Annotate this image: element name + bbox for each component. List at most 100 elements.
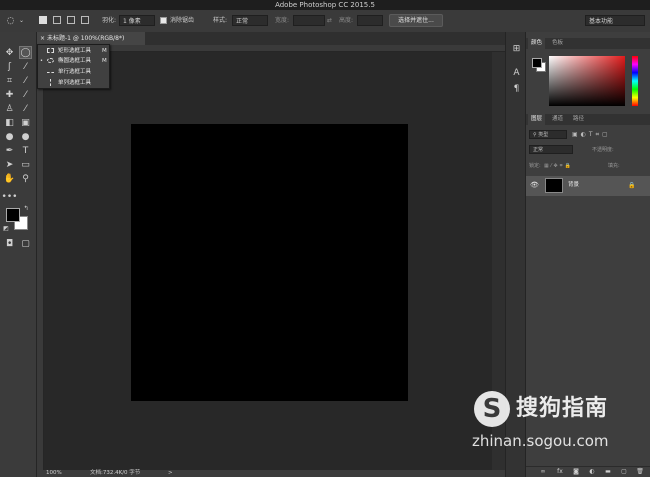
- healing-brush-tool-icon[interactable]: ✚: [3, 88, 16, 101]
- layer-style-icon[interactable]: fx: [556, 468, 564, 476]
- flyout-item-single-column-marquee[interactable]: 单列选框工具: [38, 78, 109, 88]
- close-tab-icon[interactable]: ×: [40, 35, 47, 42]
- flyout-item-label: 椭圆选框工具: [58, 58, 92, 64]
- fill-label: 填充:: [608, 163, 620, 169]
- eraser-tool-icon[interactable]: ◧: [3, 116, 16, 129]
- opacity-label: 不透明度:: [592, 147, 614, 153]
- history-brush-tool-icon[interactable]: ⁄: [19, 102, 32, 115]
- panel-foreground-swatch[interactable]: [532, 58, 542, 68]
- feather-label: 羽化:: [102, 17, 117, 24]
- flyout-item-single-row-marquee[interactable]: 单行选框工具: [38, 67, 109, 77]
- new-group-icon[interactable]: ▬: [604, 468, 612, 476]
- preset-chevron-icon[interactable]: ⌄: [19, 16, 24, 26]
- document-tab-title: 未标题-1 @ 100%(RGB/8*): [46, 35, 125, 42]
- elliptical-marquee-tool-icon[interactable]: ◯: [19, 46, 32, 59]
- watermark-url: zhinan.sogou.com: [472, 432, 609, 450]
- gradient-tool-icon[interactable]: ▣: [19, 116, 32, 129]
- swap-icon[interactable]: ⇄: [327, 16, 332, 26]
- single-row-marquee-icon: [47, 72, 54, 74]
- tab-channels[interactable]: 通道: [549, 114, 566, 125]
- history-panel-icon[interactable]: ⊞: [510, 42, 523, 55]
- horizontal-ruler: [37, 45, 527, 52]
- style-select[interactable]: 正常: [232, 15, 268, 26]
- status-menu-arrow[interactable]: >: [168, 470, 173, 477]
- paragraph-panel-icon[interactable]: ¶: [510, 82, 523, 95]
- new-layer-icon[interactable]: ▢: [620, 468, 628, 476]
- link-layers-icon[interactable]: ∞: [539, 468, 547, 476]
- foreground-color-swatch[interactable]: [6, 208, 20, 222]
- height-input[interactable]: [357, 15, 383, 26]
- eye-visibility-icon[interactable]: 👁: [530, 181, 539, 190]
- watermark-brand: 搜狗指南: [516, 396, 609, 421]
- flyout-item-label: 单行选框工具: [58, 69, 92, 75]
- marquee-tool-preset-icon[interactable]: ◌: [4, 14, 17, 27]
- select-and-mask-button[interactable]: 选择并遮住...: [389, 14, 443, 27]
- new-selection-icon[interactable]: [39, 16, 47, 24]
- flyout-item-label: 矩形选框工具: [58, 48, 92, 54]
- swap-colors-icon[interactable]: ↰: [22, 204, 30, 212]
- zoom-tool-icon[interactable]: ⚲: [19, 172, 32, 185]
- type-tool-icon[interactable]: T: [19, 144, 32, 157]
- rectangular-marquee-icon: [47, 48, 54, 53]
- intersect-selection-icon[interactable]: [81, 16, 89, 24]
- subtract-selection-icon[interactable]: [67, 16, 75, 24]
- delete-layer-icon[interactable]: 🗑: [636, 468, 644, 476]
- options-bar: ◌ ⌄ 羽化: 1 像素 消除锯齿 样式: 正常 宽度: ⇄ 高度: 选择并遮住…: [0, 10, 650, 33]
- brush-tool-icon[interactable]: ⁄: [19, 88, 32, 101]
- color-picker-field[interactable]: [549, 56, 625, 106]
- height-label: 高度:: [339, 17, 354, 24]
- width-input[interactable]: [293, 15, 325, 26]
- dodge-tool-icon[interactable]: ●: [19, 130, 32, 143]
- layer-kind-filter[interactable]: ⚲ 类型: [529, 130, 567, 139]
- antialias-label: 消除锯齿: [170, 17, 195, 24]
- document-canvas[interactable]: [131, 124, 408, 401]
- adjustment-layer-icon[interactable]: ◐: [588, 468, 596, 476]
- flyout-item-shortcut: M: [102, 48, 107, 54]
- blend-mode-select[interactable]: 正常: [529, 145, 573, 154]
- document-info: 文档:732.4K/0 字节: [90, 470, 141, 476]
- tab-swatches[interactable]: 色板: [549, 38, 566, 49]
- magic-wand-tool-icon[interactable]: ⁄: [19, 60, 32, 73]
- flyout-item-elliptical-marquee[interactable]: • 椭圆选框工具 M: [38, 56, 109, 66]
- tab-paths[interactable]: 路径: [570, 114, 587, 125]
- rectangle-tool-icon[interactable]: ▭: [19, 158, 32, 171]
- status-bar: 100% 文档:732.4K/0 字节 >: [37, 470, 527, 477]
- flyout-item-rectangular-marquee[interactable]: 矩形选框工具 M: [38, 46, 109, 56]
- layer-filter-icons[interactable]: ▣◐T⌗▢: [572, 131, 611, 139]
- lasso-tool-icon[interactable]: ʃ: [3, 60, 16, 73]
- single-column-marquee-icon: [50, 79, 52, 86]
- pen-tool-icon[interactable]: ✒: [3, 144, 16, 157]
- screen-mode-icon[interactable]: ▢: [19, 237, 32, 250]
- crop-tool-icon[interactable]: ⌗: [3, 74, 16, 87]
- add-selection-icon[interactable]: [53, 16, 61, 24]
- default-colors-icon[interactable]: ◩: [2, 224, 10, 232]
- path-selection-tool-icon[interactable]: ➤: [3, 158, 16, 171]
- feather-input[interactable]: 1 像素: [119, 15, 155, 26]
- more-tools-icon[interactable]: •••: [2, 190, 18, 203]
- layer-lock-icon: 🔒: [628, 182, 636, 189]
- hue-slider[interactable]: [632, 56, 638, 106]
- tab-layers[interactable]: 图层: [528, 114, 546, 125]
- blur-tool-icon[interactable]: ●: [3, 130, 16, 143]
- lock-label: 锁定:: [529, 163, 541, 169]
- add-mask-icon[interactable]: ◙: [572, 468, 580, 476]
- layer-kind-filter-value: 类型: [538, 132, 549, 138]
- hand-tool-icon[interactable]: ✋: [3, 172, 16, 185]
- clone-stamp-tool-icon[interactable]: ♙: [3, 102, 16, 115]
- tab-color[interactable]: 颜色: [528, 38, 546, 49]
- zoom-level[interactable]: 100%: [46, 470, 62, 477]
- layer-name[interactable]: 背景: [568, 181, 579, 190]
- quick-mask-icon[interactable]: ◘: [3, 237, 16, 250]
- antialias-checkbox[interactable]: [160, 17, 167, 24]
- lock-icons[interactable]: ▦⁄✥⌗🔒: [544, 162, 573, 170]
- sogou-logo: S: [474, 391, 510, 427]
- flyout-item-shortcut: M: [102, 58, 107, 64]
- move-tool-icon[interactable]: ✥: [3, 46, 16, 59]
- color-panel-tabs: 颜色 色板: [526, 38, 650, 49]
- workspace-select[interactable]: 基本功能: [585, 15, 645, 26]
- marquee-tool-flyout: 矩形选框工具 M • 椭圆选框工具 M 单行选框工具 单列选框工具: [37, 44, 110, 89]
- eyedropper-tool-icon[interactable]: ⁄: [19, 74, 32, 87]
- character-panel-icon[interactable]: A: [510, 66, 523, 79]
- style-label: 样式:: [213, 17, 228, 24]
- layers-panel-tabs: 图层 通道 路径: [526, 114, 650, 125]
